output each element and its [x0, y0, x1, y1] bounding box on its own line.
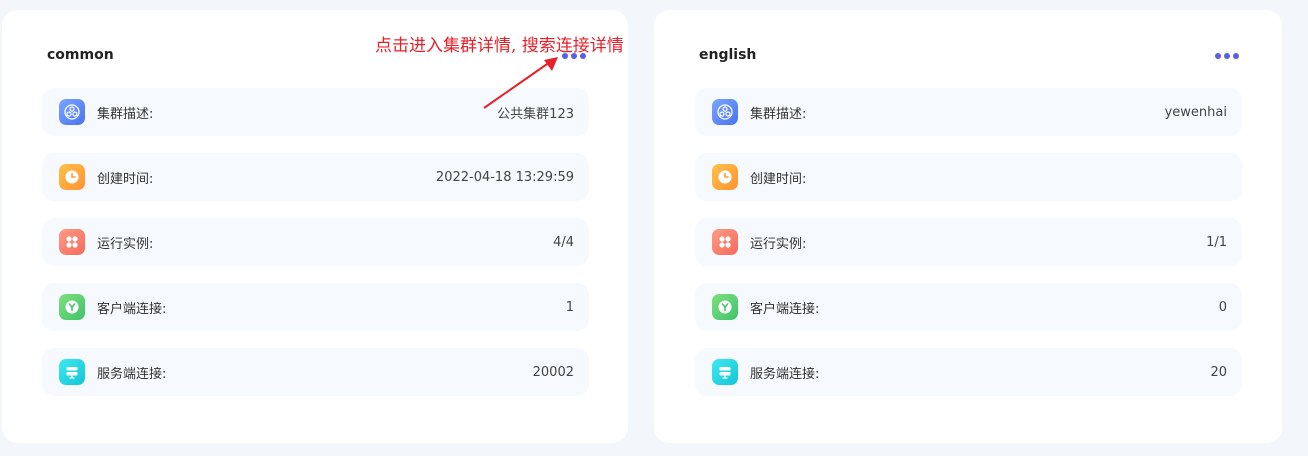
row-value: 0 — [1218, 299, 1227, 315]
info-row-created-time: 创建时间: — [695, 153, 1242, 201]
row-value: 公共集群123 — [497, 106, 574, 122]
row-label: 集群描述: — [97, 106, 154, 122]
cluster-title: common — [47, 47, 114, 63]
clock-icon — [59, 164, 85, 190]
row-label: 客户端连接: — [750, 301, 820, 317]
row-label: 创建时间: — [97, 171, 154, 187]
info-row-description: 集群描述: yewenhai — [695, 88, 1242, 136]
cluster-icon — [712, 99, 738, 125]
client-icon — [712, 294, 738, 320]
client-icon — [59, 294, 85, 320]
server-icon — [712, 359, 738, 385]
info-row-instances: 运行实例: 4/4 — [42, 218, 589, 266]
row-label: 运行实例: — [750, 236, 807, 252]
apps-icon — [59, 229, 85, 255]
info-row-client-connections: 客户端连接: 0 — [695, 283, 1242, 331]
row-value: 1/1 — [1206, 234, 1227, 250]
server-icon — [59, 359, 85, 385]
more-horizontal-icon — [1215, 53, 1221, 59]
row-label: 客户端连接: — [97, 301, 167, 317]
row-label: 集群描述: — [750, 106, 807, 122]
row-value: 4/4 — [553, 234, 574, 250]
info-row-created-time: 创建时间: 2022-04-18 13:29:59 — [42, 153, 589, 201]
more-options-button[interactable] — [1215, 51, 1243, 61]
cluster-card-english: english 集群描述: yewenhai 创建时间: 运行实例: 1/1 客… — [654, 10, 1282, 443]
cluster-title: english — [699, 47, 757, 63]
info-row-instances: 运行实例: 1/1 — [695, 218, 1242, 266]
info-row-server-connections: 服务端连接: 20 — [695, 348, 1242, 396]
cluster-icon — [59, 99, 85, 125]
row-label: 创建时间: — [750, 171, 807, 187]
row-label: 服务端连接: — [97, 366, 167, 382]
row-label: 服务端连接: — [750, 366, 820, 382]
info-row-client-connections: 客户端连接: 1 — [42, 283, 589, 331]
apps-icon — [712, 229, 738, 255]
row-label: 运行实例: — [97, 236, 154, 252]
cluster-card-common: common 集群描述: 公共集群123 创建时间: 2022-04-18 13… — [2, 10, 628, 443]
info-row-server-connections: 服务端连接: 20002 — [42, 348, 589, 396]
clock-icon — [712, 164, 738, 190]
info-row-description: 集群描述: 公共集群123 — [42, 88, 589, 136]
row-value: 1 — [565, 299, 574, 315]
row-value: 20 — [1210, 364, 1227, 380]
row-value: 20002 — [532, 364, 574, 380]
row-value: 2022-04-18 13:29:59 — [435, 169, 574, 185]
row-value: yewenhai — [1164, 104, 1227, 120]
annotation-text: 点击进入集群详情, 搜索连接详情 — [375, 36, 624, 56]
